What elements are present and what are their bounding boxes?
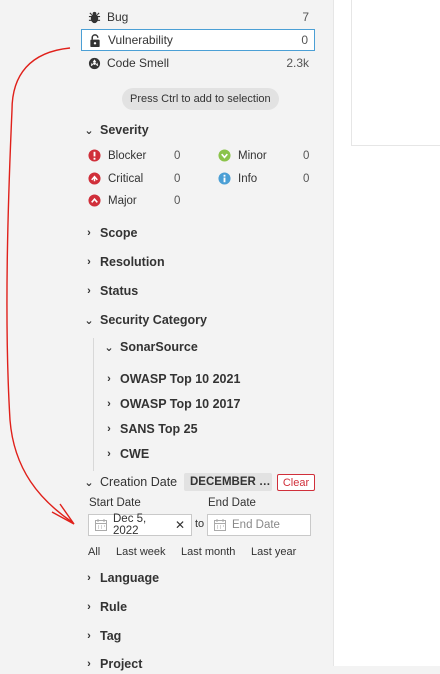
bug-icon (87, 10, 101, 24)
quick-last-week[interactable]: Last week (116, 546, 166, 558)
severity-critical[interactable]: Critical 0 (88, 170, 180, 188)
facet-title: Status (100, 284, 139, 298)
severity-label: Minor (238, 150, 267, 162)
facet-title: Resolution (100, 255, 165, 269)
start-date-input[interactable]: Dec 5, 2022 ✕ (88, 513, 192, 537)
facet-creation-date-header[interactable]: ⌄ Creation Date (84, 472, 177, 492)
severity-label: Major (108, 195, 137, 207)
chevron-right-icon: › (87, 285, 91, 297)
start-date-label: Start Date (89, 497, 141, 509)
severity-count: 0 (303, 150, 310, 162)
facet-resolution-header[interactable]: › Resolution (84, 252, 165, 272)
clear-button[interactable]: Clear (277, 474, 315, 491)
code-smell-icon (87, 56, 101, 70)
type-vulnerability-row[interactable]: Vulnerability 0 (81, 29, 315, 51)
chevron-down-icon: ⌄ (84, 124, 94, 137)
chevron-right-icon: › (107, 398, 111, 410)
type-count: 2.3k (286, 56, 309, 70)
content-card (351, 0, 440, 146)
facet-title: Scope (100, 226, 138, 240)
lock-icon (88, 33, 102, 47)
blocker-icon (88, 149, 102, 163)
type-count: 0 (301, 33, 308, 47)
quick-last-year[interactable]: Last year (251, 546, 296, 558)
severity-label: Blocker (108, 150, 147, 162)
severity-label: Critical (108, 173, 144, 185)
chevron-right-icon: › (87, 572, 91, 584)
end-date-input[interactable]: End Date (207, 514, 311, 536)
subfacet-owasp-2017[interactable]: › OWASP Top 10 2017 (104, 395, 240, 413)
chevron-right-icon: › (87, 256, 91, 268)
facet-project-header[interactable]: › Project (84, 654, 142, 674)
type-label: Vulnerability (108, 33, 173, 47)
subfacet-label: CWE (120, 447, 150, 461)
start-date-value: Dec 5, 2022 (113, 513, 147, 537)
chevron-right-icon: › (107, 373, 111, 385)
facet-title: Rule (100, 600, 128, 614)
quick-last-month[interactable]: Last month (181, 546, 235, 558)
end-date-label: End Date (208, 497, 256, 509)
info-icon (218, 172, 232, 186)
facet-language-header[interactable]: › Language (84, 568, 159, 588)
calendar-icon (214, 519, 226, 531)
ctrl-hint: Press Ctrl to add to selection (122, 88, 279, 110)
clear-date-icon[interactable]: ✕ (173, 518, 187, 532)
facet-tag-header[interactable]: › Tag (84, 626, 121, 646)
facet-severity-header[interactable]: ⌄ Severity (84, 120, 149, 140)
severity-count: 0 (303, 173, 310, 185)
facet-rule-header[interactable]: › Rule (84, 597, 127, 617)
subfacet-cwe[interactable]: › CWE (104, 445, 149, 463)
type-label: Code Smell (107, 56, 170, 70)
chevron-right-icon: › (87, 227, 91, 239)
chevron-right-icon: › (87, 601, 91, 613)
chevron-right-icon: › (87, 658, 91, 670)
facet-scope-header[interactable]: › Scope (84, 223, 138, 243)
severity-blocker[interactable]: Blocker 0 (88, 147, 180, 165)
facet-title: Creation Date (100, 475, 178, 489)
type-code-smell-row[interactable]: Code Smell 2.3k (81, 52, 315, 74)
severity-label: Info (238, 173, 258, 185)
severity-minor[interactable]: Minor 0 (218, 147, 309, 165)
creation-date-value: DECEMBER … (184, 473, 272, 491)
facet-title: Tag (100, 629, 122, 643)
severity-count: 0 (174, 150, 181, 162)
chevron-right-icon: › (87, 630, 91, 642)
subfacet-label: SonarSource (120, 340, 198, 354)
facet-security-category-header[interactable]: ⌄ Security Category (84, 310, 207, 330)
facet-title: Severity (100, 123, 149, 137)
subfacet-label: SANS Top 25 (120, 422, 198, 436)
facet-title: Project (100, 657, 143, 671)
filters-sidebar: Bug 7 Vulnerability 0 Code Smell 2.3k Pr… (0, 0, 333, 671)
major-icon (88, 194, 102, 208)
subfacet-sans-top-25[interactable]: › SANS Top 25 (104, 420, 198, 438)
subfacet-label: OWASP Top 10 2017 (120, 397, 241, 411)
severity-count: 0 (174, 195, 181, 207)
severity-major[interactable]: Major 0 (88, 192, 180, 210)
end-date-placeholder: End Date (232, 519, 280, 531)
chevron-right-icon: › (107, 423, 111, 435)
to-label: to (195, 518, 205, 530)
chevron-down-icon: ⌄ (104, 341, 114, 354)
subfacet-divider (93, 338, 94, 471)
chevron-right-icon: › (107, 448, 111, 460)
calendar-icon (95, 519, 107, 531)
subfacet-sonarsource[interactable]: ⌄ SonarSource (104, 338, 198, 356)
critical-icon (88, 172, 102, 186)
chevron-down-icon: ⌄ (84, 476, 94, 489)
severity-count: 0 (174, 173, 181, 185)
type-label: Bug (107, 10, 129, 24)
quick-all[interactable]: All (88, 546, 100, 558)
facet-status-header[interactable]: › Status (84, 281, 138, 301)
subfacet-label: OWASP Top 10 2021 (120, 372, 241, 386)
facet-title: Language (100, 571, 160, 585)
type-bug-row[interactable]: Bug 7 (81, 6, 315, 28)
type-count: 7 (302, 10, 309, 24)
facet-title: Security Category (100, 313, 207, 327)
chevron-down-icon: ⌄ (84, 314, 94, 327)
subfacet-owasp-2021[interactable]: › OWASP Top 10 2021 (104, 370, 240, 388)
minor-icon (218, 149, 232, 163)
severity-info[interactable]: Info 0 (218, 170, 309, 188)
